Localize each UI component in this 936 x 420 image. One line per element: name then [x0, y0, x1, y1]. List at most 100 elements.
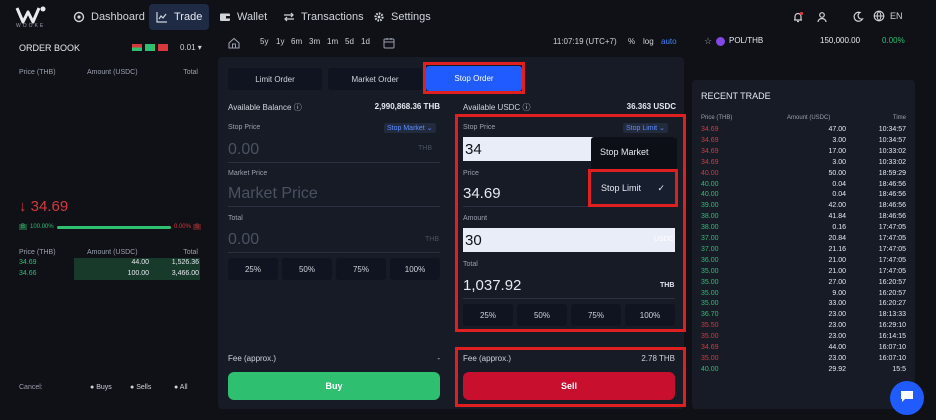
table-row[interactable]: 40.00 0.04 18:46:56 — [701, 181, 906, 191]
table-row[interactable]: 39.00 42.00 18:46:56 — [701, 202, 906, 212]
trade-time: 16:14:15 — [878, 333, 906, 341]
trade-price: 36.00 — [701, 256, 719, 264]
calendar-icon[interactable] — [383, 36, 395, 49]
table-row[interactable]: 37.00 21.16 17:47:05 — [701, 246, 906, 256]
precision-select[interactable]: 0.01 ▾ — [180, 43, 202, 52]
table-row[interactable]: 34.69 3.00 10:33:02 — [701, 159, 906, 169]
trade-time: 10:34:57 — [878, 126, 906, 133]
chat-button[interactable] — [890, 381, 924, 415]
table-row[interactable]: 34.66 100.00 3,466.00 — [19, 270, 199, 280]
rt-header-time: Time — [892, 115, 906, 121]
buy-pct-75[interactable]: 75% — [336, 258, 386, 280]
table-row[interactable]: 34.69 17.00 10:33:02 — [701, 148, 906, 158]
buy-pct-25[interactable]: 25% — [228, 258, 278, 280]
sell-pct-100[interactable]: 100% — [625, 304, 675, 326]
table-row[interactable]: 35.00 21.00 17:47:05 — [701, 268, 906, 278]
trade-price: 35.50 — [701, 322, 719, 330]
table-row[interactable]: 34.69 44.00 1,526.36 — [19, 259, 199, 269]
language-selector[interactable]: EN — [873, 10, 903, 22]
range-3m[interactable]: 3m — [309, 37, 320, 46]
buy-pct-50[interactable]: 50% — [282, 258, 332, 280]
user-icon[interactable] — [816, 10, 828, 23]
buy-stop-type-select[interactable]: Stop Market ⌄ — [384, 123, 436, 133]
range-5d[interactable]: 5d — [345, 37, 354, 46]
table-row[interactable]: 35.00 23.00 16:14:15 — [701, 333, 906, 343]
trade-amount: 33.00 — [828, 300, 846, 308]
table-row[interactable]: 34.69 47.00 10:34:57 — [701, 126, 906, 136]
tab-market-order[interactable]: Market Order — [328, 68, 422, 90]
tab-stop-order[interactable]: Stop Order — [426, 66, 522, 91]
sell-pct-50[interactable]: 50% — [517, 304, 567, 326]
cancel-sells-button[interactable]: ● Sells — [130, 384, 151, 391]
table-row[interactable]: 40.00 50.00 18:59:29 — [701, 170, 906, 180]
ticker-row[interactable]: ☆ POL/THB 150,000.00 0.00% — [692, 33, 915, 49]
range-1d[interactable]: 1d — [361, 37, 370, 46]
dropdown-option-stop-market[interactable]: Stop Market — [600, 147, 649, 157]
brand-logo[interactable]: WOOKE — [14, 4, 48, 30]
table-row[interactable]: 37.00 20.84 17:47:05 — [701, 235, 906, 245]
favorite-star-icon[interactable]: ☆ — [704, 36, 712, 47]
ratio-sell-badge: S — [192, 224, 201, 230]
percent-toggle[interactable]: % — [628, 37, 635, 46]
table-row[interactable]: 38.00 0.16 17:47:05 — [701, 224, 906, 234]
rt-header-price: Price (THB) — [701, 115, 733, 121]
sell-stop-type-select[interactable]: Stop Limit ⌄ — [623, 123, 668, 133]
chat-icon — [899, 388, 915, 409]
order-form-panel: Limit Order Market Order Stop Order Avai… — [218, 57, 686, 409]
sell-button[interactable]: Sell — [463, 372, 675, 400]
table-row[interactable]: 35.50 23.00 16:29:10 — [701, 322, 906, 332]
nav-dashboard[interactable]: Dashboard — [66, 4, 152, 30]
notification-icon[interactable] — [792, 10, 804, 23]
nav-wallet[interactable]: Wallet — [212, 4, 274, 30]
auto-toggle[interactable]: auto — [661, 37, 677, 46]
table-row[interactable]: 38.00 41.84 18:46:56 — [701, 213, 906, 223]
trade-price: 37.00 — [701, 245, 719, 253]
trade-time: 17:47:05 — [878, 256, 906, 264]
table-row[interactable]: 35.00 9.00 16:20:57 — [701, 290, 906, 300]
rt-header-amount: Amount (USDC) — [787, 115, 831, 121]
trade-time: 18:59:29 — [878, 169, 906, 177]
sell-stop-price-value: 34 — [465, 140, 482, 158]
cancel-all-button[interactable]: ● All — [174, 384, 188, 391]
sell-pct-75[interactable]: 75% — [571, 304, 621, 326]
table-row[interactable]: 35.00 27.00 16:20:57 — [701, 279, 906, 289]
range-6m[interactable]: 6m — [291, 37, 302, 46]
sell-pct-75-label: 75% — [587, 310, 604, 320]
sell-amount-input[interactable]: 30 — [463, 228, 675, 252]
trade-price: 34.69 — [701, 147, 719, 155]
table-row[interactable]: 36.00 21.00 17:47:05 — [701, 257, 906, 267]
range-5y[interactable]: 5y — [260, 37, 268, 46]
tab-stop-order-label: Stop Order — [454, 74, 494, 83]
table-row[interactable]: 36.70 23.00 18:13:33 — [701, 311, 906, 321]
table-row[interactable]: 35.00 33.00 16:20:27 — [701, 300, 906, 310]
tab-limit-order[interactable]: Limit Order — [228, 68, 322, 90]
sell-pct-25[interactable]: 25% — [463, 304, 513, 326]
dropdown-option-stop-limit[interactable]: Stop Limit ✓ — [591, 172, 675, 204]
moon-icon[interactable] — [852, 10, 864, 22]
buy-stop-price-input[interactable]: 0.00 — [228, 137, 440, 163]
buy-pct-100[interactable]: 100% — [390, 258, 440, 280]
table-row[interactable]: 34.69 3.00 10:34:57 — [701, 137, 906, 147]
range-1y[interactable]: 1y — [276, 37, 284, 46]
cancel-buys-button[interactable]: ● Buys — [90, 384, 112, 391]
buy-market-price-input[interactable]: Market Price — [228, 181, 440, 207]
home-icon[interactable] — [228, 36, 240, 49]
chart-line-icon — [156, 11, 168, 23]
range-1m[interactable]: 1m — [327, 37, 338, 46]
buy-total-input[interactable]: 0.00 — [228, 227, 440, 253]
sell-total-input[interactable]: 1,037.92 — [463, 273, 675, 299]
log-toggle[interactable]: log — [643, 37, 654, 46]
table-row[interactable]: 34.69 44.00 16:07:10 — [701, 344, 906, 354]
table-row[interactable]: 40.00 0.04 18:46:56 — [701, 191, 906, 201]
table-row[interactable]: 35.00 23.00 16:07:10 — [701, 355, 906, 365]
nav-transactions[interactable]: Transactions — [276, 4, 371, 30]
book-view-toggle[interactable] — [132, 44, 168, 51]
nav-trade[interactable]: Trade — [149, 4, 210, 30]
buy-button[interactable]: Buy — [228, 372, 440, 400]
table-row[interactable]: 40.00 29.92 15:5 — [701, 366, 906, 376]
trade-time: 18:46:56 — [878, 191, 906, 199]
trade-time: 10:33:02 — [878, 158, 906, 166]
nav-settings[interactable]: Settings — [366, 4, 438, 30]
trade-time: 16:29:10 — [878, 322, 906, 330]
last-price: ↓ 34.69 — [19, 198, 69, 215]
